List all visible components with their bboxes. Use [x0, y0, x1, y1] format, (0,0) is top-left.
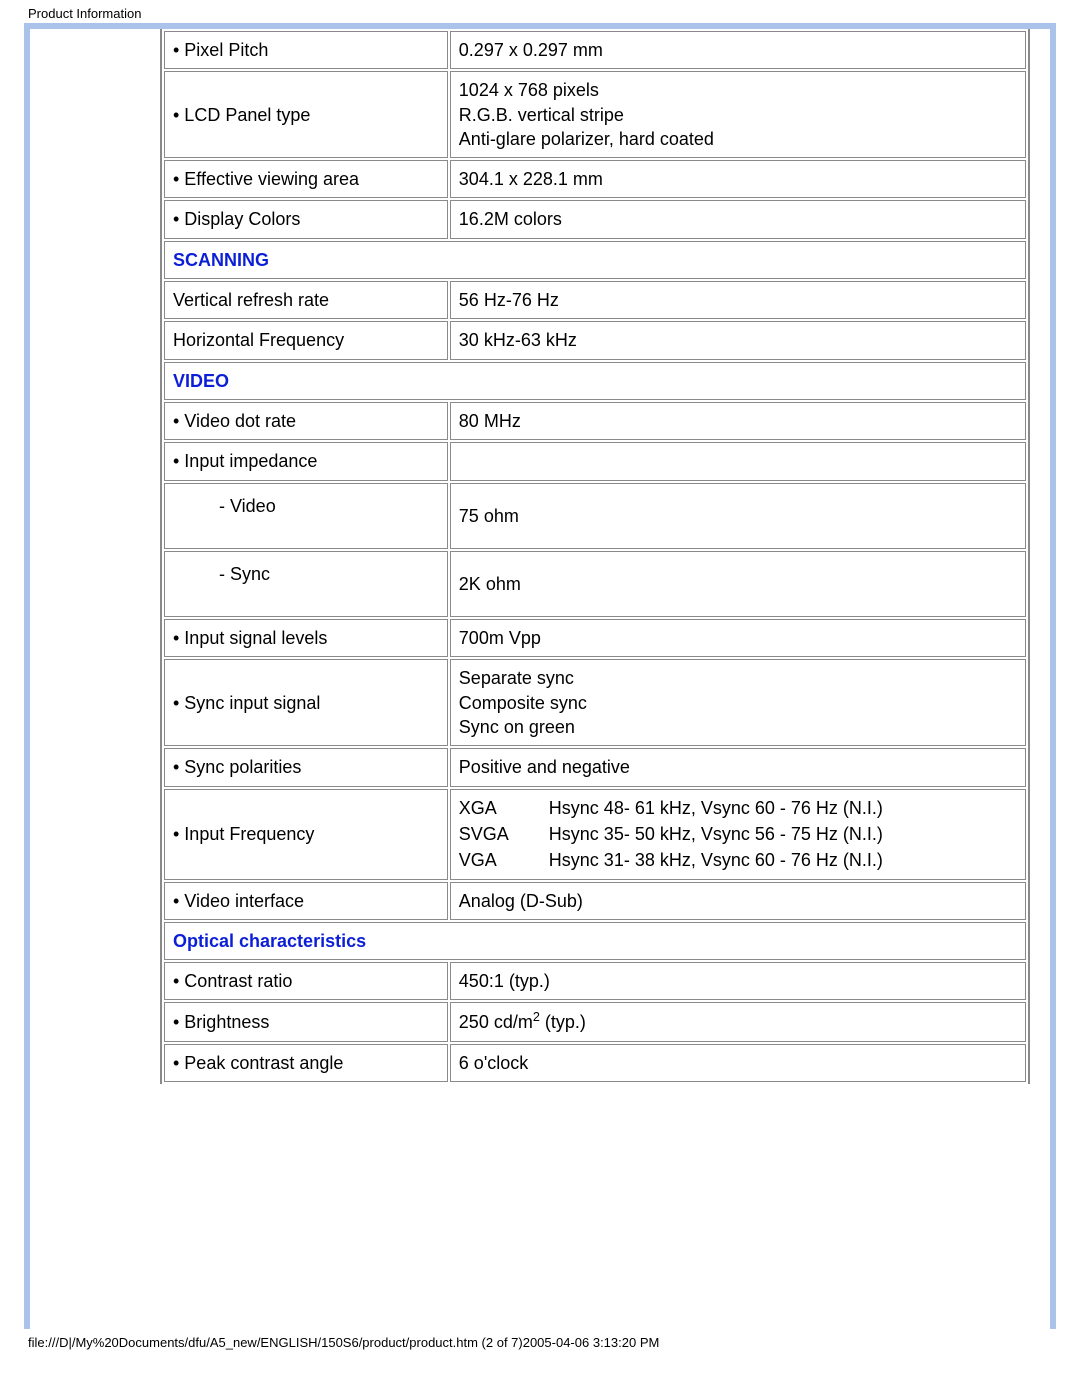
value-input-impedance [450, 442, 1026, 480]
table-row: • Sync input signal Separate sync Compos… [164, 659, 1026, 746]
table-row: • LCD Panel type 1024 x 768 pixels R.G.B… [164, 71, 1026, 158]
value-sync-polarities: Positive and negative [450, 748, 1026, 786]
freq-mode-vga: VGA [459, 848, 549, 872]
label-horizontal-freq: Horizontal Frequency [164, 321, 448, 359]
lcd-panel-line2: R.G.B. vertical stripe [459, 103, 1017, 127]
freq-val-xga: Hsync 48- 61 kHz, Vsync 60 - 76 Hz (N.I.… [549, 796, 1017, 820]
spec-table-container: • Pixel Pitch 0.297 x 0.297 mm • LCD Pan… [160, 29, 1030, 1084]
value-peak-contrast-angle: 6 o'clock [450, 1044, 1026, 1082]
table-row: • Input signal levels 700m Vpp [164, 619, 1026, 657]
label-video-dot-rate: • Video dot rate [164, 402, 448, 440]
table-row: • Input impedance [164, 442, 1026, 480]
table-row: • Pixel Pitch 0.297 x 0.297 mm [164, 31, 1026, 69]
impedance-video-sublabel: - Video [173, 494, 276, 518]
value-lcd-panel: 1024 x 768 pixels R.G.B. vertical stripe… [450, 71, 1026, 158]
value-impedance-sync: 2K ohm [450, 551, 1026, 617]
value-input-frequency: XGA Hsync 48- 61 kHz, Vsync 60 - 76 Hz (… [450, 789, 1026, 880]
value-video-interface: Analog (D-Sub) [450, 882, 1026, 920]
label-impedance-video: - Video [164, 483, 448, 549]
freq-val-svga: Hsync 35- 50 kHz, Vsync 56 - 75 Hz (N.I.… [549, 822, 1017, 846]
table-row: VIDEO [164, 362, 1026, 400]
value-pixel-pitch: 0.297 x 0.297 mm [450, 31, 1026, 69]
lcd-panel-line3: Anti-glare polarizer, hard coated [459, 127, 1017, 151]
brightness-sup: 2 [533, 1010, 540, 1024]
label-signal-levels: • Input signal levels [164, 619, 448, 657]
value-vertical-refresh: 56 Hz-76 Hz [450, 281, 1026, 319]
table-row: • Video dot rate 80 MHz [164, 402, 1026, 440]
value-sync-input: Separate sync Composite sync Sync on gre… [450, 659, 1026, 746]
spec-table: • Pixel Pitch 0.297 x 0.297 mm • LCD Pan… [162, 29, 1028, 1084]
table-row: Vertical refresh rate 56 Hz-76 Hz [164, 281, 1026, 319]
table-row: SCANNING [164, 241, 1026, 279]
inner-frame: • Pixel Pitch 0.297 x 0.297 mm • LCD Pan… [30, 29, 1050, 1329]
value-video-dot-rate: 80 MHz [450, 402, 1026, 440]
brightness-suffix: (typ.) [540, 1012, 586, 1032]
label-video-interface: • Video interface [164, 882, 448, 920]
value-contrast-ratio: 450:1 (typ.) [450, 962, 1026, 1000]
table-row: • Input Frequency XGA Hsync 48- 61 kHz, … [164, 789, 1026, 880]
lcd-panel-line1: 1024 x 768 pixels [459, 78, 1017, 102]
label-impedance-sync: - Sync [164, 551, 448, 617]
table-row: • Sync polarities Positive and negative [164, 748, 1026, 786]
outer-frame: • Pixel Pitch 0.297 x 0.297 mm • LCD Pan… [24, 23, 1056, 1329]
footer-path: file:///D|/My%20Documents/dfu/A5_new/ENG… [0, 1329, 1080, 1360]
page-title: Product Information [0, 0, 1080, 23]
label-sync-input: • Sync input signal [164, 659, 448, 746]
section-head-video: VIDEO [164, 362, 1026, 400]
label-peak-contrast-angle: • Peak contrast angle [164, 1044, 448, 1082]
table-row: • Peak contrast angle 6 o'clock [164, 1044, 1026, 1082]
table-row: • Effective viewing area 304.1 x 228.1 m… [164, 160, 1026, 198]
section-head-scanning: SCANNING [164, 241, 1026, 279]
brightness-prefix: 250 cd/m [459, 1012, 533, 1032]
label-input-impedance: • Input impedance [164, 442, 448, 480]
impedance-sync-sublabel: - Sync [173, 562, 270, 586]
table-row: • Video interface Analog (D-Sub) [164, 882, 1026, 920]
freq-val-vga: Hsync 31- 38 kHz, Vsync 60 - 76 Hz (N.I.… [549, 848, 1017, 872]
table-row: • Brightness 250 cd/m2 (typ.) [164, 1002, 1026, 1041]
table-row: - Video 75 ohm [164, 483, 1026, 549]
value-impedance-video: 75 ohm [450, 483, 1026, 549]
label-lcd-panel: • LCD Panel type [164, 71, 448, 158]
value-display-colors: 16.2M colors [450, 200, 1026, 238]
value-horizontal-freq: 30 kHz-63 kHz [450, 321, 1026, 359]
label-display-colors: • Display Colors [164, 200, 448, 238]
table-row: - Sync 2K ohm [164, 551, 1026, 617]
label-contrast-ratio: • Contrast ratio [164, 962, 448, 1000]
label-effective-viewing: • Effective viewing area [164, 160, 448, 198]
sync-input-line3: Sync on green [459, 715, 1017, 739]
label-brightness: • Brightness [164, 1002, 448, 1041]
label-vertical-refresh: Vertical refresh rate [164, 281, 448, 319]
section-head-optical: Optical characteristics [164, 922, 1026, 960]
value-signal-levels: 700m Vpp [450, 619, 1026, 657]
table-row: • Contrast ratio 450:1 (typ.) [164, 962, 1026, 1000]
label-pixel-pitch: • Pixel Pitch [164, 31, 448, 69]
table-row: Optical characteristics [164, 922, 1026, 960]
value-effective-viewing: 304.1 x 228.1 mm [450, 160, 1026, 198]
table-row: • Display Colors 16.2M colors [164, 200, 1026, 238]
freq-mode-xga: XGA [459, 796, 549, 820]
sync-input-line2: Composite sync [459, 691, 1017, 715]
label-input-frequency: • Input Frequency [164, 789, 448, 880]
table-row: Horizontal Frequency 30 kHz-63 kHz [164, 321, 1026, 359]
value-brightness: 250 cd/m2 (typ.) [450, 1002, 1026, 1041]
label-sync-polarities: • Sync polarities [164, 748, 448, 786]
sync-input-line1: Separate sync [459, 666, 1017, 690]
freq-mode-svga: SVGA [459, 822, 549, 846]
